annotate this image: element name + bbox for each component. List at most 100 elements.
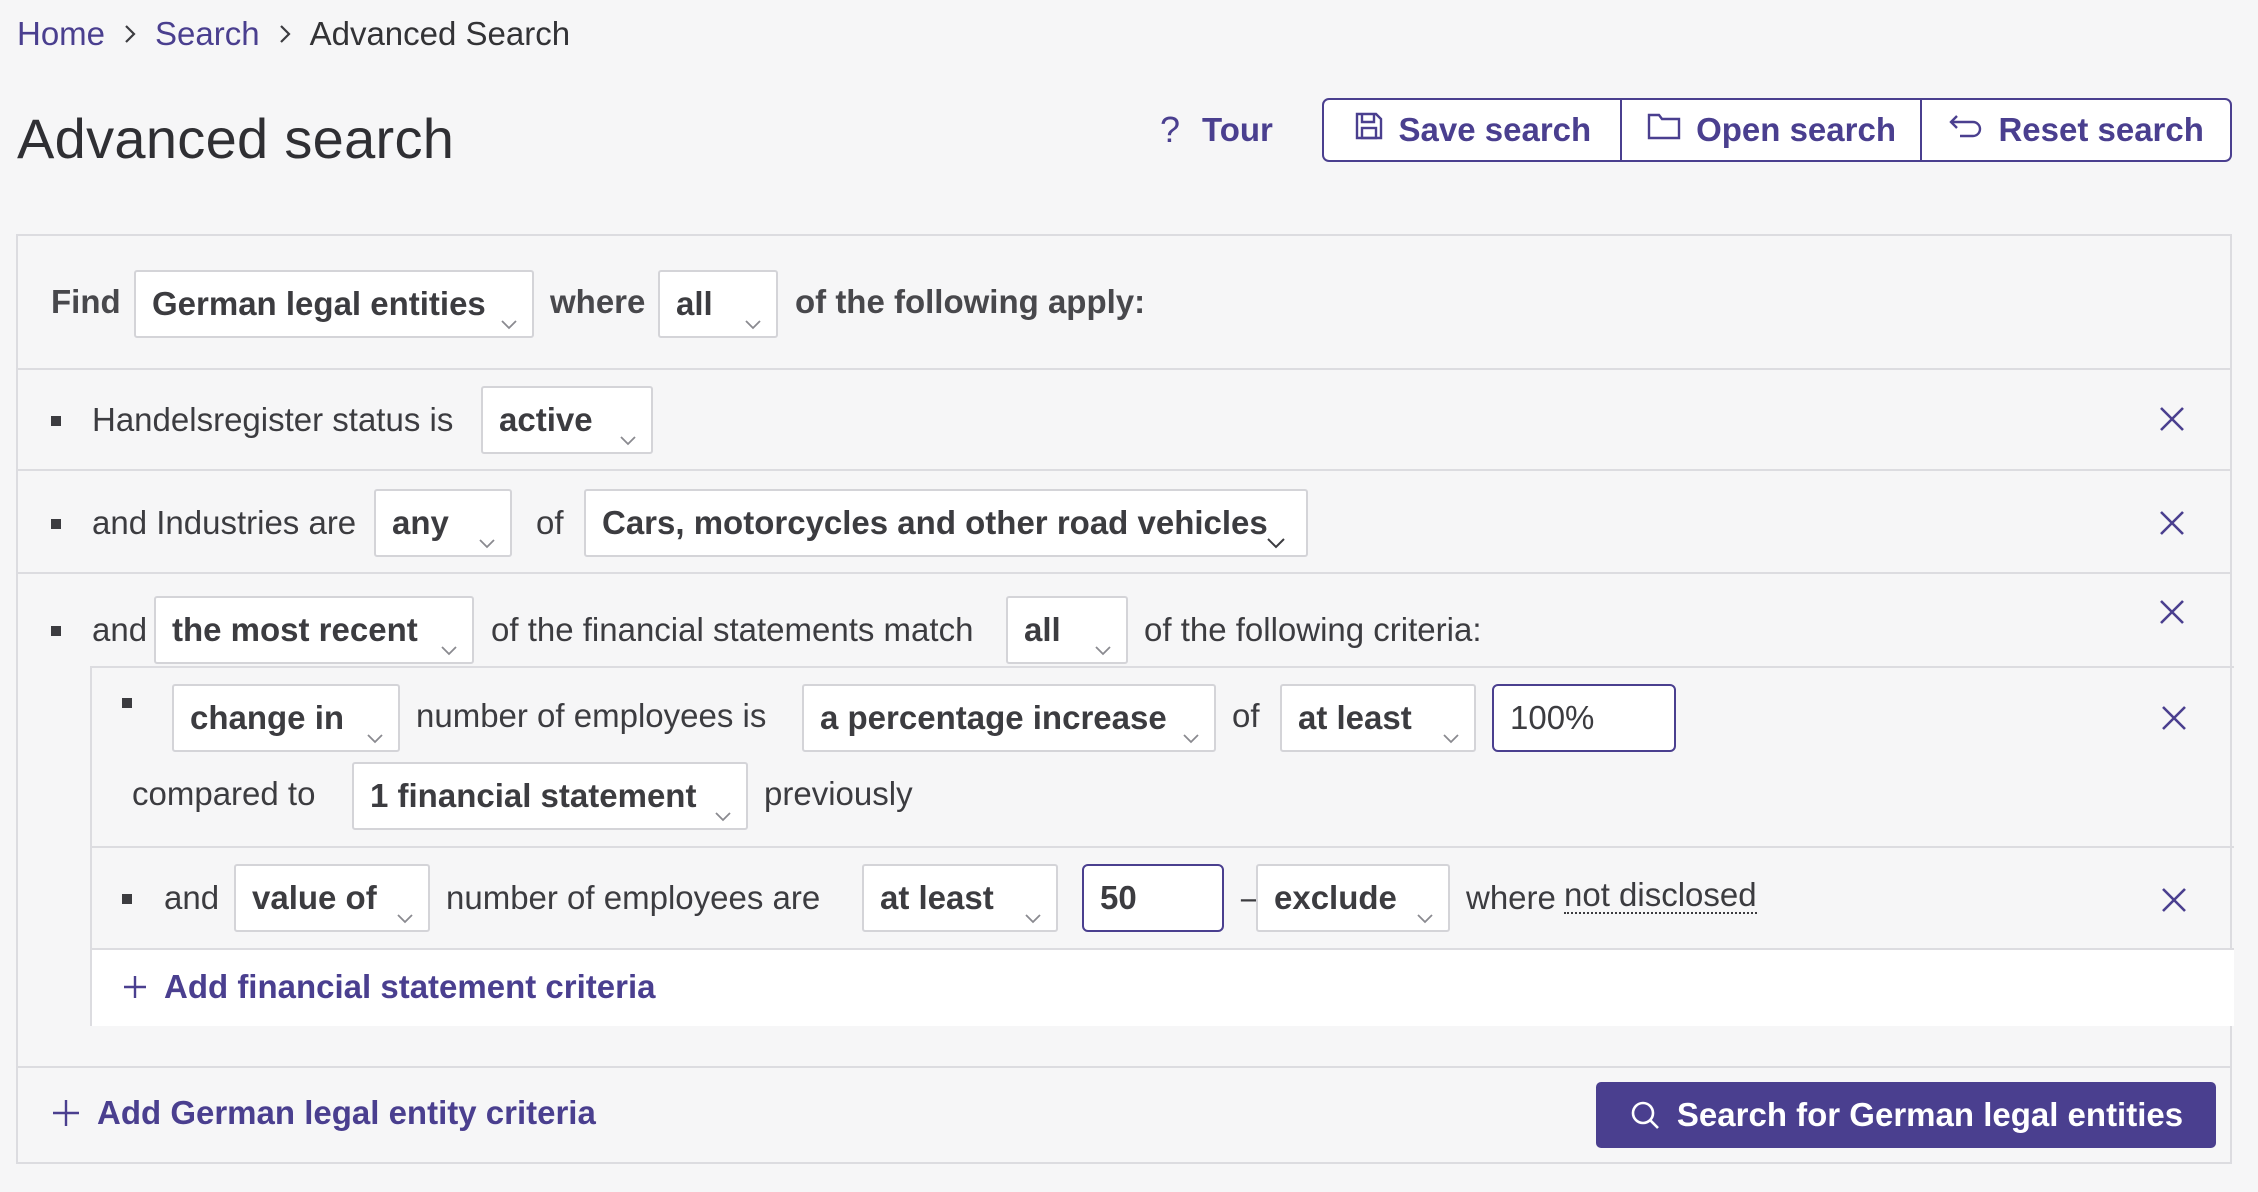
change-value-input[interactable]: 100%	[1492, 684, 1676, 752]
not-disclosed-tooltip-term[interactable]: not disclosed	[1564, 878, 1757, 914]
remove-financial-criterion-button[interactable]	[2156, 596, 2188, 628]
where-label: where	[1466, 879, 1556, 916]
add-entity-criteria-label: Add German legal entity criteria	[97, 1094, 596, 1131]
change-comparator-value: at least	[1298, 699, 1412, 736]
search-actions-group: Save search Open search Reset search	[1322, 98, 2232, 162]
add-financial-criteria-row: Add financial statement criteria	[92, 950, 2234, 1026]
search-button[interactable]: Search for German legal entities	[1596, 1082, 2216, 1148]
close-icon	[2162, 706, 2186, 730]
chevron-down-icon	[396, 894, 414, 932]
chevron-down-icon	[714, 792, 732, 830]
chevron-right-icon	[105, 23, 155, 45]
panel-footer: Add German legal entity criteria Search …	[18, 1066, 2230, 1164]
chevron-down-icon	[1094, 626, 1112, 664]
value-and-label: and	[164, 879, 220, 916]
change-of-label: of	[1232, 697, 1260, 734]
list-bullet	[122, 894, 132, 904]
save-search-button[interactable]: Save search	[1324, 100, 1620, 160]
industries-value: Cars, motorcycles and other road vehicle…	[602, 504, 1268, 541]
financial-sub-criteria: change in number of employees is a perce…	[90, 666, 2234, 1026]
breadcrumb: Home Search Advanced Search	[17, 12, 570, 56]
chevron-down-icon	[1266, 519, 1286, 557]
add-financial-criteria-label: Add financial statement criteria	[164, 968, 656, 1005]
industries-quantifier-value: any	[392, 504, 449, 541]
chevron-down-icon	[619, 416, 637, 454]
reset-search-label: Reset search	[1998, 111, 2204, 148]
following-apply-label: of the following apply:	[795, 283, 1146, 320]
reset-search-button[interactable]: Reset search	[1920, 100, 2230, 160]
search-button-label: Search for German legal entities	[1676, 1096, 2184, 1133]
entity-type-select[interactable]: German legal entities	[134, 270, 534, 338]
list-bullet	[51, 626, 61, 636]
remove-industries-criterion-button[interactable]	[2156, 507, 2188, 539]
remove-value-criterion-button[interactable]	[2158, 884, 2190, 916]
industries-label: and Industries are	[92, 504, 357, 541]
add-financial-criteria-link[interactable]: Add financial statement criteria	[122, 968, 655, 1006]
plus-icon	[124, 976, 146, 998]
status-label: Handelsregister status is	[92, 401, 454, 438]
add-entity-criteria-link[interactable]: Add German legal entity criteria	[51, 1094, 596, 1132]
value-mode-value: value of	[252, 879, 377, 916]
entity-type-value: German legal entities	[152, 285, 486, 322]
chevron-down-icon	[744, 300, 762, 338]
chevron-down-icon	[1024, 894, 1042, 932]
change-value: 100%	[1510, 699, 1595, 736]
tour-button[interactable]: ? Tour	[1160, 106, 1273, 154]
undisclosed-handling-select[interactable]: exclude	[1256, 864, 1450, 932]
chevron-down-icon	[1442, 714, 1460, 752]
remove-status-criterion-button[interactable]	[2156, 403, 2188, 435]
financial-statement-value: the most recent	[172, 611, 418, 648]
previously-label: previously	[764, 775, 913, 812]
change-type-value: a percentage increase	[820, 699, 1167, 736]
quantifier-select[interactable]: all	[658, 270, 778, 338]
value-comparator-select[interactable]: at least	[862, 864, 1058, 932]
financial-quantifier-value: all	[1024, 611, 1061, 648]
where-label: where	[550, 283, 646, 320]
list-bullet	[51, 416, 61, 426]
chevron-down-icon	[478, 519, 496, 557]
value-comparator-value: at least	[880, 879, 994, 916]
page-title: Advanced search	[17, 107, 455, 170]
criterion-industries-row: and Industries are any of Cars, motorcyc…	[18, 471, 2230, 574]
sub-criterion-value-row: and value of number of employees are at …	[92, 848, 2234, 950]
breadcrumb-current: Advanced Search	[309, 15, 571, 52]
close-icon	[2160, 407, 2184, 431]
financial-suffix-label: of the following criteria:	[1144, 611, 1482, 648]
financial-and-label: and	[92, 611, 148, 648]
status-select[interactable]: active	[481, 386, 653, 454]
search-icon	[1631, 1101, 1659, 1129]
tour-label: Tour	[1202, 111, 1273, 148]
undo-arrow-icon	[1948, 111, 1984, 149]
find-row: Find German legal entities where all of …	[18, 236, 2230, 370]
advanced-search-page: Home Search Advanced Search Advanced sea…	[0, 0, 2258, 1192]
change-mode-value: change in	[190, 699, 345, 736]
chevron-right-icon	[260, 23, 310, 45]
criterion-status-row: Handelsregister status is active	[18, 370, 2230, 471]
value-input[interactable]: 50	[1082, 864, 1224, 932]
save-icon	[1353, 110, 1385, 150]
close-icon	[2160, 600, 2184, 624]
financial-quantifier-select[interactable]: all	[1006, 596, 1128, 664]
breadcrumb-home-link[interactable]: Home	[17, 15, 105, 53]
open-search-button[interactable]: Open search	[1619, 100, 1921, 160]
industries-select[interactable]: Cars, motorcycles and other road vehicle…	[584, 489, 1308, 557]
comparison-period-value: 1 financial statement	[370, 777, 697, 814]
chevron-down-icon	[1182, 714, 1200, 752]
industries-quantifier-select[interactable]: any	[374, 489, 512, 557]
value-mode-select[interactable]: value of	[234, 864, 430, 932]
change-comparator-select[interactable]: at least	[1280, 684, 1476, 752]
financial-statement-select[interactable]: the most recent	[154, 596, 474, 664]
list-bullet	[51, 519, 61, 529]
change-type-select[interactable]: a percentage increase	[802, 684, 1216, 752]
chevron-down-icon	[500, 300, 518, 338]
remove-change-criterion-button[interactable]	[2158, 702, 2190, 734]
change-mode-select[interactable]: change in	[172, 684, 400, 752]
comparison-period-select[interactable]: 1 financial statement	[352, 762, 748, 830]
close-icon	[2160, 511, 2184, 535]
save-search-label: Save search	[1398, 111, 1592, 148]
breadcrumb-search-link[interactable]: Search	[155, 15, 260, 53]
sub-criterion-change-row: change in number of employees is a perce…	[92, 668, 2234, 848]
search-criteria-panel: Find German legal entities where all of …	[16, 234, 2234, 1164]
find-label: Find	[51, 283, 121, 320]
value-input-value: 50	[1100, 879, 1137, 916]
